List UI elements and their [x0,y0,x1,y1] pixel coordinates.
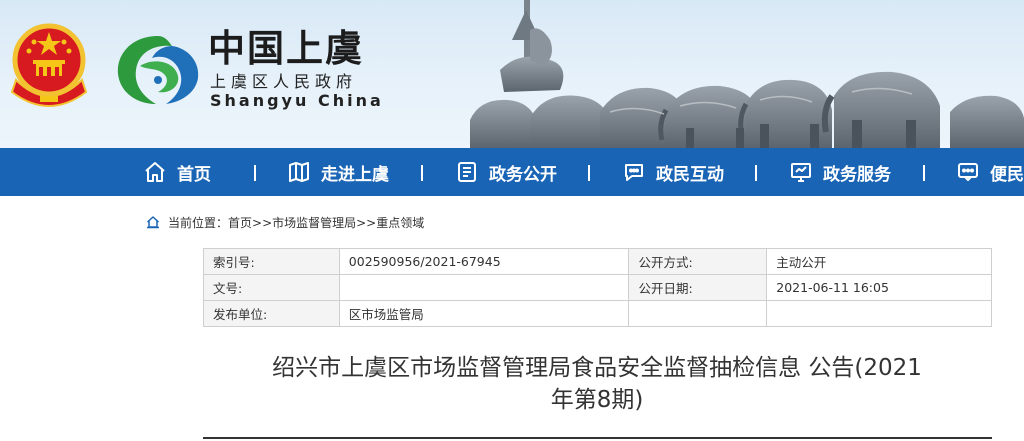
doc-no-value [338,274,630,301]
publish-date-label: 公开日期: [628,274,768,301]
shangyu-logo-icon [117,36,199,104]
nav-item-services[interactable]: 政务服务 [789,148,891,196]
document-icon [458,162,476,182]
empty-cell [766,300,992,327]
nav-item-convenience[interactable]: 便民 [956,148,1024,196]
home-icon [145,162,165,182]
map-icon [289,162,309,182]
chat-icon [625,164,643,181]
table-row: 索引号: 002590956/2021-67945 公开方式: 主动公开 [203,248,992,275]
publish-method-value: 主动公开 [766,248,992,275]
nav-divider [923,165,925,181]
nav-divider [421,165,423,181]
nav-label-gov-info: 政务公开 [489,164,557,185]
index-label: 索引号: [203,248,340,275]
message-icon [958,163,978,181]
article-title-line-2: 年第8期) [550,387,644,413]
site-name: 中国上虞 [208,26,364,70]
breadcrumb-path[interactable]: 首页>>市场监督管理局>>重点领域 [228,214,424,231]
nav-label-convenience: 便民 [990,164,1024,185]
issuer-label: 发布单位: [203,300,340,327]
nav-divider [755,165,757,181]
table-row: 文号: 公开日期: 2021-06-11 16:05 [203,274,992,301]
nav-divider [588,165,590,181]
index-value: 002590956/2021-67945 [338,248,630,275]
nav-label-services: 政务服务 [823,164,891,185]
site-header: 中国上虞 上虞区人民政府 Shangyu China [0,0,1024,148]
title-divider [203,437,992,439]
nav-label-interaction: 政民互动 [656,164,724,185]
breadcrumb: 当前位置： 首页>>市场监督管理局>>重点领域 [146,212,424,232]
main-nav: 首页 走进上虞 政务公开 政民互动 政务服务 便民 [0,148,1024,196]
table-row: 发布单位: 区市场监管局 [203,300,992,327]
publish-date-value: 2021-06-11 16:05 [766,274,992,301]
issuer-value: 区市场监管局 [338,300,630,327]
breadcrumb-prefix: 当前位置： [168,215,229,230]
document-info-table: 索引号: 002590956/2021-67945 公开方式: 主动公开 文号:… [203,248,992,327]
nav-item-interaction[interactable]: 政民互动 [622,148,724,196]
monitor-icon [791,163,811,182]
nav-item-home[interactable]: 首页 [143,148,211,196]
nav-item-gov-info[interactable]: 政务公开 [455,148,557,196]
nav-label-about: 走进上虞 [321,164,389,185]
nav-label-home: 首页 [177,164,211,185]
article-title: 绍兴市上虞区市场监督管理局食品安全监督抽检信息 公告(2021 年第8期) [224,352,970,416]
nav-item-about[interactable]: 走进上虞 [287,148,389,196]
site-english-name: Shangyu China [210,91,384,110]
home-icon [146,216,160,229]
doc-no-label: 文号: [203,274,340,301]
article-title-line-1: 绍兴市上虞区市场监督管理局食品安全监督抽检信息 公告(2021 [272,355,922,381]
nav-divider [254,165,256,181]
site-subtitle: 上虞区人民政府 [210,72,358,91]
elephant-sculpture-image [470,0,1024,148]
empty-cell [628,300,768,327]
publish-method-label: 公开方式: [628,248,768,275]
national-emblem-icon [10,23,88,107]
